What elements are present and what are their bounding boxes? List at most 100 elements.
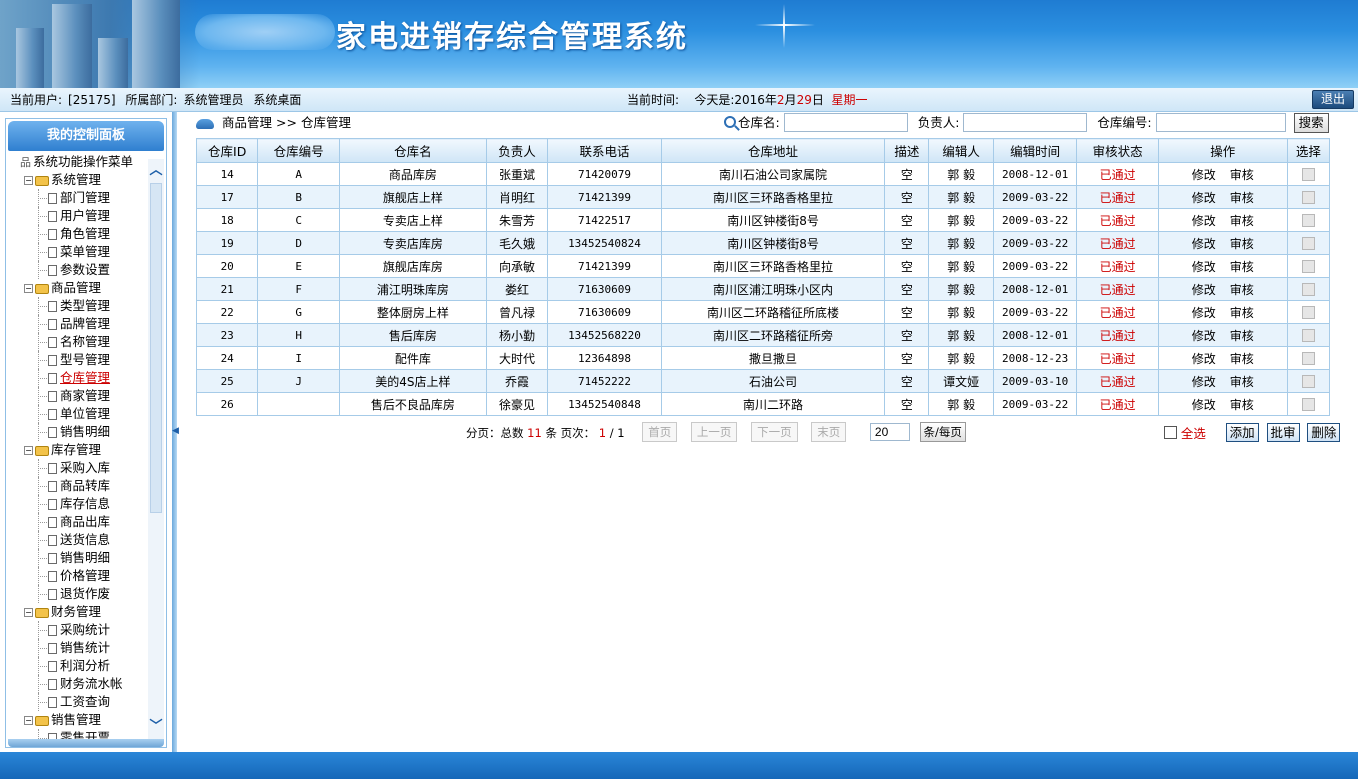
desktop-link[interactable]: 系统桌面 <box>253 93 301 107</box>
cell-code: H <box>257 323 340 347</box>
row-checkbox[interactable] <box>1301 375 1315 388</box>
page-icon <box>48 319 57 330</box>
last-page-button[interactable]: 末页 <box>811 422 847 442</box>
sidebar-item[interactable]: 参数设置 <box>20 261 148 279</box>
sidebar-item[interactable]: 仓库管理 <box>20 369 148 387</box>
sidebar-item[interactable]: 名称管理 <box>20 333 148 351</box>
edit-link[interactable]: 修改 <box>1192 375 1216 389</box>
batch-audit-button[interactable]: 批审 <box>1266 423 1300 442</box>
sidebar-item[interactable]: 类型管理 <box>20 297 148 315</box>
edit-link[interactable]: 修改 <box>1192 329 1216 343</box>
audit-link[interactable]: 审核 <box>1230 214 1254 228</box>
owner-input[interactable] <box>963 113 1088 132</box>
sidebar-item[interactable]: 工资查询 <box>20 693 148 711</box>
sidebar-item[interactable]: 型号管理 <box>20 351 148 369</box>
sidebar-item[interactable]: 销售明细 <box>20 549 148 567</box>
sidebar-item[interactable]: 库存信息 <box>20 495 148 513</box>
sidebar-item[interactable]: 菜单管理 <box>20 243 148 261</box>
warehouse-code-input[interactable] <box>1155 113 1286 132</box>
sidebar-item[interactable]: 部门管理 <box>20 189 148 207</box>
panel-splitter[interactable]: ◀ <box>172 112 179 752</box>
collapse-icon[interactable]: − <box>24 716 33 725</box>
collapse-icon[interactable]: − <box>24 284 33 293</box>
sidebar-item[interactable]: 采购统计 <box>20 621 148 639</box>
sidebar-item[interactable]: 品牌管理 <box>20 315 148 333</box>
audit-link[interactable]: 审核 <box>1230 306 1254 320</box>
sidebar-item[interactable]: 送货信息 <box>20 531 148 549</box>
sidebar-group[interactable]: − 商品管理 <box>20 279 148 297</box>
sidebar-item[interactable]: 财务流水帐 <box>20 675 148 693</box>
edit-link[interactable]: 修改 <box>1192 237 1216 251</box>
per-page-button[interactable]: 条/每页 <box>919 422 966 442</box>
row-checkbox[interactable] <box>1301 283 1315 296</box>
sidebar-group[interactable]: − 财务管理 <box>20 603 148 621</box>
select-all-checkbox[interactable] <box>1164 426 1177 439</box>
audit-link[interactable]: 审核 <box>1230 260 1254 274</box>
add-button[interactable]: 添加 <box>1225 423 1259 442</box>
row-checkbox[interactable] <box>1301 260 1315 273</box>
sidebar-item[interactable]: 角色管理 <box>20 225 148 243</box>
row-checkbox[interactable] <box>1301 398 1315 411</box>
sidebar-item[interactable]: 利润分析 <box>20 657 148 675</box>
sidebar-group[interactable]: − 库存管理 <box>20 441 148 459</box>
edit-link[interactable]: 修改 <box>1192 306 1216 320</box>
cell-owner: 乔霞 <box>485 369 549 393</box>
row-checkbox[interactable] <box>1301 214 1315 227</box>
audit-link[interactable]: 审核 <box>1230 352 1254 366</box>
sidebar-item[interactable]: 退货作废 <box>20 585 148 603</box>
edit-link[interactable]: 修改 <box>1192 283 1216 297</box>
collapse-icon[interactable]: − <box>24 446 33 455</box>
scroll-down-icon[interactable]: ﹀ <box>148 719 164 735</box>
collapse-arrow-icon[interactable]: ◀ <box>172 424 179 438</box>
sidebar-group[interactable]: − 销售管理 <box>20 711 148 729</box>
audit-link[interactable]: 审核 <box>1230 168 1254 182</box>
collapse-icon[interactable]: − <box>24 176 33 185</box>
row-checkbox[interactable] <box>1301 237 1315 250</box>
row-checkbox[interactable] <box>1301 352 1315 365</box>
delete-button[interactable]: 删除 <box>1307 423 1341 442</box>
sidebar-item[interactable]: 用户管理 <box>20 207 148 225</box>
row-checkbox[interactable] <box>1301 168 1315 181</box>
breadcrumb-parent[interactable]: 商品管理 <box>222 115 272 130</box>
sidebar-item[interactable]: 商品出库 <box>20 513 148 531</box>
sidebar-item[interactable]: 采购入库 <box>20 459 148 477</box>
next-page-button[interactable]: 下一页 <box>751 422 798 442</box>
warehouse-name-input[interactable] <box>783 113 908 132</box>
sidebar-group[interactable]: − 系统管理 <box>20 171 148 189</box>
header-banner: 家电进销存综合管理系统 <box>0 0 1358 88</box>
audit-link[interactable]: 审核 <box>1230 191 1254 205</box>
audit-link[interactable]: 审核 <box>1230 375 1254 389</box>
edit-link[interactable]: 修改 <box>1192 214 1216 228</box>
row-checkbox[interactable] <box>1301 191 1315 204</box>
edit-link[interactable]: 修改 <box>1192 191 1216 205</box>
first-page-button[interactable]: 首页 <box>642 422 678 442</box>
collapse-icon[interactable]: − <box>24 608 33 617</box>
scroll-thumb[interactable] <box>150 183 162 513</box>
audit-link[interactable]: 审核 <box>1230 329 1254 343</box>
edit-link[interactable]: 修改 <box>1192 260 1216 274</box>
search-button[interactable]: 搜索 <box>1293 113 1329 133</box>
scroll-up-icon[interactable]: ︿ <box>148 163 164 179</box>
sidebar-item-label: 参数设置 <box>60 262 111 277</box>
sidebar-item[interactable]: 单位管理 <box>20 405 148 423</box>
edit-link[interactable]: 修改 <box>1192 352 1216 366</box>
row-checkbox[interactable] <box>1301 306 1315 319</box>
sidebar-item[interactable]: 销售统计 <box>20 639 148 657</box>
edit-link[interactable]: 修改 <box>1192 398 1216 412</box>
audit-link[interactable]: 审核 <box>1230 398 1254 412</box>
sidebar-item[interactable]: 商家管理 <box>20 387 148 405</box>
sidebar-item[interactable]: 销售明细 <box>20 423 148 441</box>
select-all-label[interactable]: 全选 <box>1181 426 1206 441</box>
sidebar-item[interactable]: 商品转库 <box>20 477 148 495</box>
logout-button[interactable]: 退出 <box>1312 90 1354 109</box>
audit-link[interactable]: 审核 <box>1230 237 1254 251</box>
sidebar-item[interactable]: 价格管理 <box>20 567 148 585</box>
sidebar-scrollbar[interactable]: ︿ ﹀ <box>148 159 164 739</box>
row-checkbox[interactable] <box>1301 329 1315 342</box>
cell-name: 旗舰店库房 <box>338 254 487 278</box>
prev-page-button[interactable]: 上一页 <box>690 422 738 442</box>
audit-link[interactable]: 审核 <box>1230 283 1254 297</box>
page-size-input[interactable] <box>869 423 910 441</box>
cell-desc: 空 <box>884 231 930 255</box>
edit-link[interactable]: 修改 <box>1192 168 1216 182</box>
